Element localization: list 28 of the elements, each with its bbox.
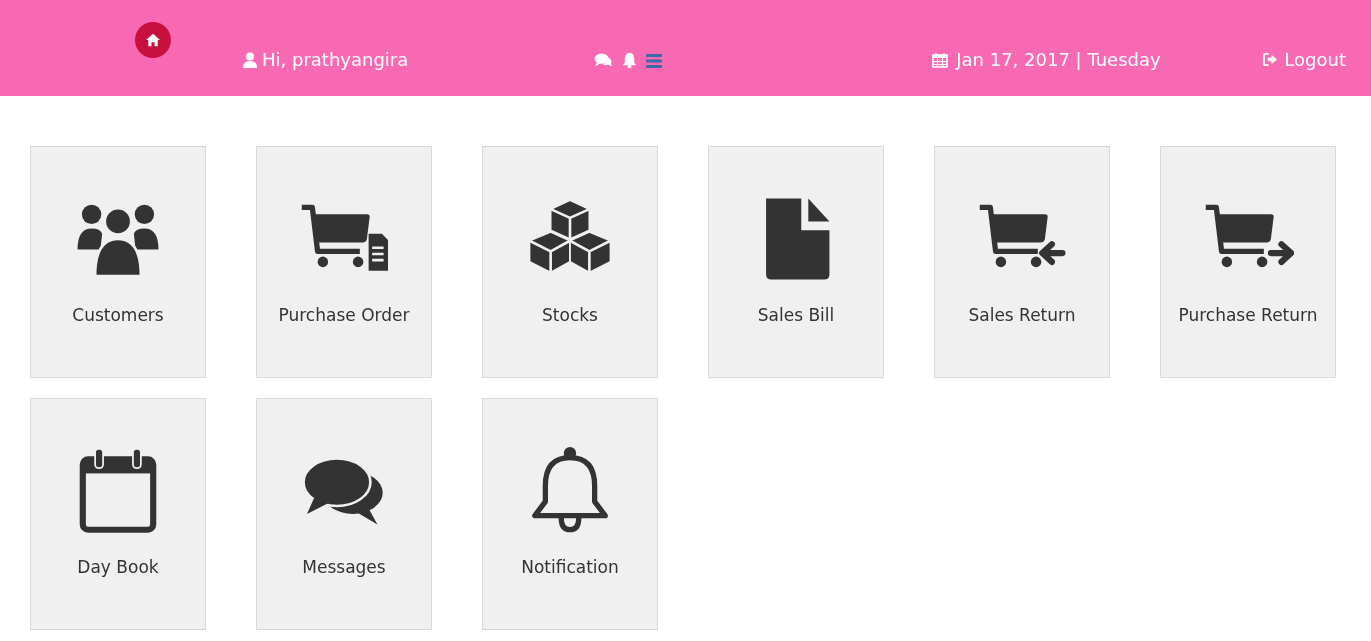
tile-label: Purchase Order xyxy=(278,305,410,325)
menu-tile[interactable]: Messages xyxy=(256,398,432,630)
tile-label: Messages xyxy=(302,557,386,577)
logout-icon xyxy=(1263,53,1279,66)
greeting-text: Hi, prathyangira xyxy=(262,49,409,70)
menu-icon[interactable] xyxy=(646,53,663,68)
tile-label: Day Book xyxy=(77,557,159,577)
menu-tile[interactable]: Purchase Return xyxy=(1160,146,1336,378)
calendar-icon xyxy=(932,51,949,68)
home-icon xyxy=(145,33,161,47)
menu-tile[interactable]: Sales Bill xyxy=(708,146,884,378)
home-button[interactable] xyxy=(135,22,171,58)
tile-label: Stocks xyxy=(542,305,598,325)
menu-tile[interactable]: Stocks xyxy=(482,146,658,378)
tile-label: Purchase Return xyxy=(1178,305,1318,325)
menu-tile[interactable]: Notification xyxy=(482,398,658,630)
tile-label: Sales Return xyxy=(968,305,1076,325)
menu-tile[interactable]: Day Book xyxy=(30,398,206,630)
tile-label: Customers xyxy=(72,305,164,325)
tile-label: Sales Bill xyxy=(757,305,835,325)
bell-icon[interactable] xyxy=(622,52,638,69)
tile-label: Notification xyxy=(521,557,619,577)
user-icon xyxy=(243,51,257,68)
date-text: Jan 17, 2017 | Tuesday xyxy=(956,49,1161,70)
menu-tile[interactable]: Sales Return xyxy=(934,146,1110,378)
menu-tile[interactable]: Purchase Order xyxy=(256,146,432,378)
menu-tile[interactable]: Customers xyxy=(30,146,206,378)
chat-icon[interactable] xyxy=(594,53,614,68)
